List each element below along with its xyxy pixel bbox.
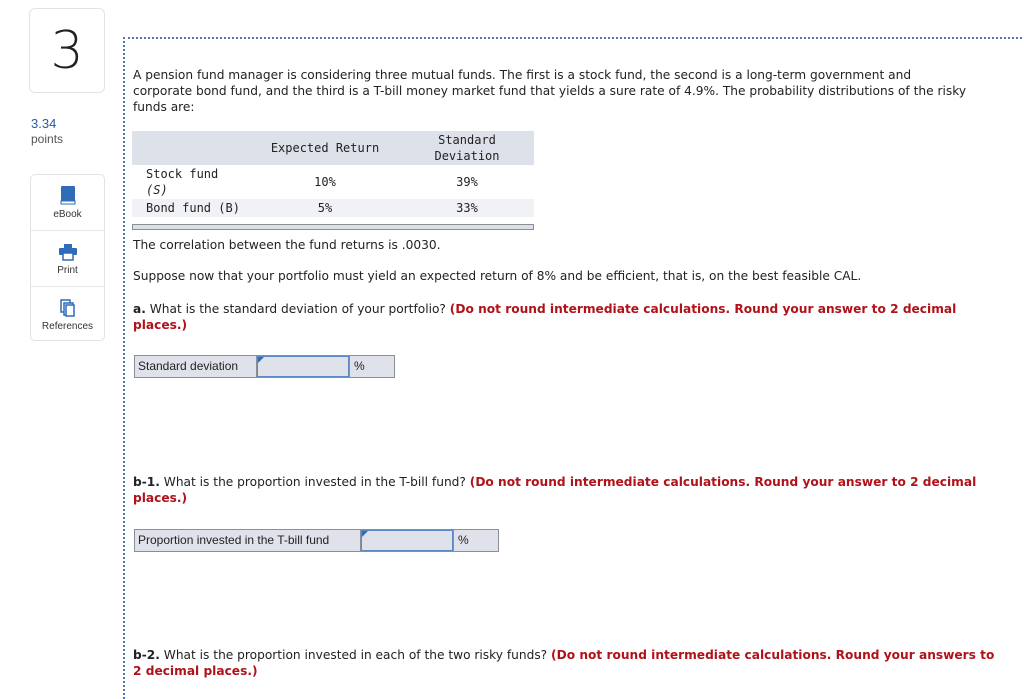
intro-line: funds are: — [133, 100, 195, 114]
tbill-answer-label: Proportion invested in the T-bill fund — [135, 530, 361, 551]
printer-icon — [58, 241, 77, 261]
fund-name: Bond fund (B) — [132, 199, 250, 217]
tbill-answer-row: Proportion invested in the T-bill fund % — [134, 529, 499, 552]
intro-text: A pension fund manager is considering th… — [133, 67, 966, 115]
tbill-answer-input[interactable] — [362, 531, 452, 550]
intro-line: A pension fund manager is considering th… — [133, 68, 912, 82]
std-dev-answer-row: Standard deviation % — [134, 355, 395, 378]
input-marker-icon — [258, 357, 264, 363]
print-button[interactable]: Print — [31, 231, 104, 287]
book-icon — [60, 185, 76, 205]
fund-name: Stock fund (S) — [132, 165, 250, 199]
part-a-instruction-cont: places.) — [133, 318, 188, 332]
part-b2-question: b-2. What is the proportion invested in … — [133, 647, 994, 679]
print-label: Print — [57, 265, 78, 276]
part-b2-instruction-cont: 2 decimal places.) — [133, 664, 258, 678]
expected-return-cell: 5% — [250, 199, 400, 217]
header-line: Standard — [438, 133, 496, 147]
part-b1-instruction: (Do not round intermediate calculations.… — [469, 475, 977, 489]
part-b2-prefix: b-2. — [133, 648, 160, 662]
part-a-question: a. What is the standard deviation of you… — [133, 301, 956, 333]
table-row: Bond fund (B) 5% 33% — [132, 199, 534, 217]
part-b1-prefix: b-1. — [133, 475, 160, 489]
table-header-expected-return: Expected Return — [250, 131, 400, 165]
part-b2-instruction: (Do not round intermediate calculations.… — [551, 648, 995, 662]
std-dev-unit: % — [349, 356, 394, 377]
table-header-std-dev: Standard Deviation — [400, 131, 534, 165]
part-a-text: What is the standard deviation of your p… — [145, 302, 450, 316]
input-marker-icon — [362, 531, 368, 537]
std-dev-answer-label: Standard deviation — [135, 356, 257, 377]
correlation-text: The correlation between the fund returns… — [133, 238, 441, 252]
header-line: Deviation — [434, 149, 500, 163]
part-b1-instruction-cont: places.) — [133, 491, 188, 505]
intro-line: corporate bond fund, and the third is a … — [133, 84, 967, 98]
ebook-button[interactable]: eBook — [31, 175, 104, 231]
references-button[interactable]: References — [31, 287, 104, 342]
std-dev-answer-input[interactable] — [258, 357, 348, 376]
funds-table: Expected Return Standard Deviation Stock… — [132, 131, 534, 217]
suppose-text: Suppose now that your portfolio must yie… — [133, 269, 862, 283]
points-value: 3.34 — [31, 116, 57, 131]
std-dev-answer-input-wrap[interactable] — [257, 356, 349, 377]
tbill-unit: % — [453, 530, 498, 551]
fund-name-line: (S) — [146, 183, 168, 197]
question-number: 3 — [50, 20, 84, 81]
table-row: Stock fund (S) 10% 39% — [132, 165, 534, 199]
question-number-box: 3 — [29, 8, 105, 93]
part-b2-text: What is the proportion invested in each … — [159, 648, 552, 662]
points-label: points — [31, 132, 64, 146]
tbill-answer-input-wrap[interactable] — [361, 530, 453, 551]
ebook-label: eBook — [53, 209, 82, 220]
table-header-empty — [132, 131, 250, 165]
table-footer-bar — [132, 224, 534, 230]
part-b1-text: What is the proportion invested in the T… — [159, 475, 470, 489]
tools-panel: eBook Print References — [30, 174, 105, 341]
references-icon — [59, 297, 76, 317]
part-a-instruction: (Do not round intermediate calculations.… — [449, 302, 957, 316]
std-dev-cell: 33% — [400, 199, 534, 217]
question-content: A pension fund manager is considering th… — [123, 37, 1024, 699]
part-a-prefix: a. — [133, 302, 146, 316]
fund-name-line: Stock fund — [146, 167, 219, 181]
std-dev-cell: 39% — [400, 165, 534, 199]
part-b1-question: b-1. What is the proportion invested in … — [133, 474, 976, 506]
references-label: References — [41, 321, 94, 332]
expected-return-cell: 10% — [250, 165, 400, 199]
